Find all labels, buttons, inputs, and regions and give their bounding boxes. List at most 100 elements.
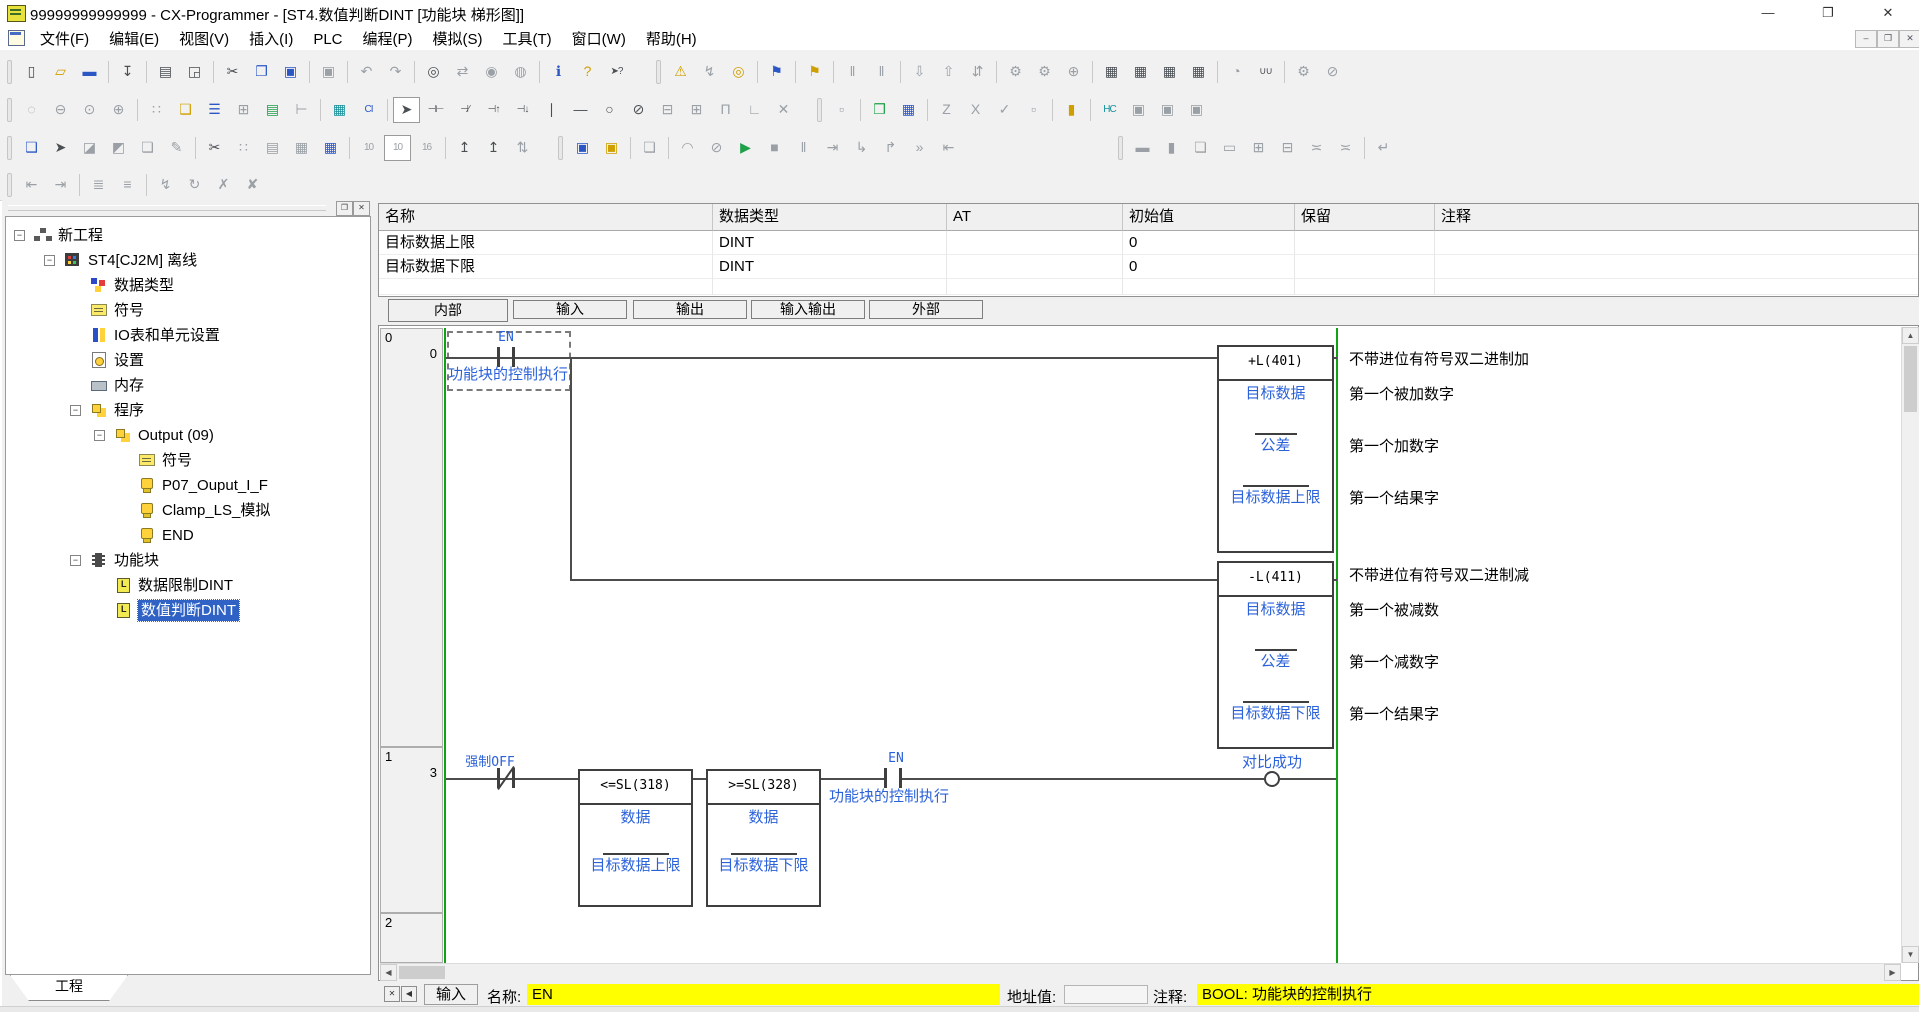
diff-a-icon[interactable]: Z	[933, 97, 960, 123]
memory-card-icon[interactable]: ▦	[1156, 59, 1183, 85]
continuous-step-icon[interactable]: »	[906, 135, 933, 161]
save-icon[interactable]: ▬	[76, 59, 103, 85]
send-changes-icon[interactable]: ⊕	[1060, 59, 1087, 85]
instruction-tool-icon[interactable]: ⊟	[654, 97, 681, 123]
operand[interactable]: 公差	[1219, 437, 1332, 455]
vertical-scroll-thumb[interactable]	[1904, 346, 1917, 412]
zoom-in-icon[interactable]: ⊕	[105, 97, 132, 123]
menu-item-3[interactable]: 插入(I)	[239, 26, 303, 50]
instruction2-tool-icon[interactable]: ⊞	[683, 97, 710, 123]
tree-item-2[interactable]: 数据类型	[6, 273, 370, 298]
var-address-field[interactable]	[1064, 985, 1148, 1004]
tree-expander-icon[interactable]: −	[44, 255, 55, 266]
set-value-icon[interactable]: ↥	[451, 135, 478, 161]
scan-run-icon[interactable]: ⇤	[935, 135, 962, 161]
find-icon[interactable]: ◎	[420, 59, 447, 85]
tree-item-3[interactable]: 符号	[6, 298, 370, 323]
pointer-icon[interactable]: ➤	[47, 135, 74, 161]
pause-icon[interactable]: ‖	[790, 135, 817, 161]
ladder-editor[interactable]: 0 0 1 3 2 EN 功能块的控制执行	[378, 325, 1919, 981]
tree-item-12[interactable]: END	[6, 523, 370, 548]
coil-nc-tool-icon[interactable]: ⊘	[625, 97, 652, 123]
var-table-cell[interactable]	[1295, 231, 1435, 255]
contact-down-icon[interactable]: ⊣↓	[509, 97, 536, 123]
tree-item-15[interactable]: 数值判断DINT	[6, 598, 370, 623]
work-online-icon[interactable]: ⚙	[1002, 59, 1029, 85]
tab-1[interactable]: 输入	[513, 300, 627, 319]
window8-icon[interactable]: ≍	[1332, 135, 1359, 161]
return-icon[interactable]: ↵	[1370, 135, 1397, 161]
diff-b-icon[interactable]: X	[962, 97, 989, 123]
step-run-icon[interactable]: ⇥	[819, 135, 846, 161]
open-file-icon[interactable]: ▱	[47, 59, 74, 85]
var-table-cell[interactable]: 0	[1123, 231, 1295, 255]
toolbar-handle[interactable]	[656, 60, 661, 84]
hc4-icon[interactable]: ▣	[1183, 97, 1210, 123]
fb-protect-icon[interactable]: ▦	[895, 97, 922, 123]
tree-item-6[interactable]: 内存	[6, 373, 370, 398]
coil-label[interactable]: 对比成功	[1242, 751, 1302, 772]
force-cancel-all-icon[interactable]: ✘	[239, 172, 266, 198]
chart-icon[interactable]: ◪	[76, 135, 103, 161]
toolbar-handle[interactable]	[7, 173, 12, 197]
plc-memory-icon[interactable]: ▦	[1185, 59, 1212, 85]
tree-item-0[interactable]: −新工程	[6, 223, 370, 248]
rung-list-icon[interactable]: ≣	[85, 172, 112, 198]
context-help-icon[interactable]: ➤?	[603, 59, 630, 85]
panel-grabber[interactable]	[8, 205, 326, 211]
online-monitor-icon[interactable]: ⚑	[763, 59, 790, 85]
transfer-monitor-icon[interactable]: ⚑	[801, 59, 828, 85]
compare-icon[interactable]: ⇵	[964, 59, 991, 85]
corner-tool-icon[interactable]: ∟	[741, 97, 768, 123]
force-on-icon[interactable]: ↯	[152, 172, 179, 198]
cut-icon[interactable]: ✂	[219, 59, 246, 85]
chart2-icon[interactable]: ◩	[105, 135, 132, 161]
menu-item-8[interactable]: 窗口(W)	[562, 26, 636, 50]
fb-invocation-icon[interactable]: Π	[712, 97, 739, 123]
copy-icon[interactable]: ❐	[248, 59, 275, 85]
zoom-100-icon[interactable]: ⊙	[76, 97, 103, 123]
var-comment-field[interactable]: BOOL: 功能块的控制执行	[1197, 984, 1919, 1005]
io-table-toolbar-icon[interactable]: ▦	[1098, 59, 1125, 85]
var-table-header-3[interactable]: 初始值	[1123, 204, 1295, 231]
tree-item-14[interactable]: 数据限制DINT	[6, 573, 370, 598]
decimal-10b-icon[interactable]: 10	[384, 135, 411, 161]
vertical-scrollbar[interactable]: ▲ ▼	[1901, 327, 1919, 963]
hex-16-icon[interactable]: 16	[413, 135, 440, 161]
operand[interactable]: 公差	[1219, 653, 1332, 671]
scroll-right-button[interactable]: ▶	[1884, 964, 1901, 981]
contact-up-icon[interactable]: ⊣↑	[480, 97, 507, 123]
options-icon[interactable]: ⊘	[1319, 59, 1346, 85]
operand[interactable]: 目标数据上限	[1219, 489, 1332, 507]
tab-0[interactable]: 内部	[388, 299, 508, 322]
mdi-minimize-button[interactable]: –	[1855, 30, 1877, 48]
step-in-icon[interactable]: ↳	[848, 135, 875, 161]
tree-item-8[interactable]: −Output (09)	[6, 423, 370, 448]
horizontal-scroll-thumb[interactable]	[399, 966, 445, 979]
tab-4[interactable]: 外部	[869, 300, 983, 319]
var-table-header-1[interactable]: 数据类型	[713, 204, 947, 231]
horizontal-scrollbar[interactable]: ◀ ▶	[380, 963, 1901, 981]
tree-item-9[interactable]: 符号	[6, 448, 370, 473]
diff-box-icon[interactable]: ▫	[1020, 97, 1047, 123]
tree-expander-icon[interactable]: −	[14, 230, 25, 241]
var-table-cell[interactable]: 0	[1123, 255, 1295, 279]
comments-icon[interactable]: ❑	[172, 97, 199, 123]
var-table-cell[interactable]	[1295, 279, 1435, 295]
tree-expander-icon[interactable]: −	[70, 555, 81, 566]
monitor-io-icon[interactable]: ⊞	[230, 97, 257, 123]
var-table-cell[interactable]	[947, 279, 1123, 295]
instruction-block-add[interactable]: +L(401) 目标数据 公差 目标数据上限	[1217, 345, 1334, 553]
hc2-icon[interactable]: ▣	[1125, 97, 1152, 123]
grid2-icon[interactable]: ▦	[288, 135, 315, 161]
rung-annotation-icon[interactable]: ☰	[201, 97, 228, 123]
panel-close-button[interactable]: ✕	[353, 201, 370, 216]
download-icon[interactable]: ⇩	[906, 59, 933, 85]
var-table-cell[interactable]	[1435, 255, 1919, 279]
var-table-cell[interactable]	[379, 279, 713, 295]
info-icon[interactable]: ℹ	[545, 59, 572, 85]
decimal-10-icon[interactable]: 10	[355, 135, 382, 161]
var-table-header-4[interactable]: 保留	[1295, 204, 1435, 231]
var-table-header-5[interactable]: 注释	[1435, 204, 1919, 231]
operand[interactable]: 数据	[580, 809, 691, 827]
